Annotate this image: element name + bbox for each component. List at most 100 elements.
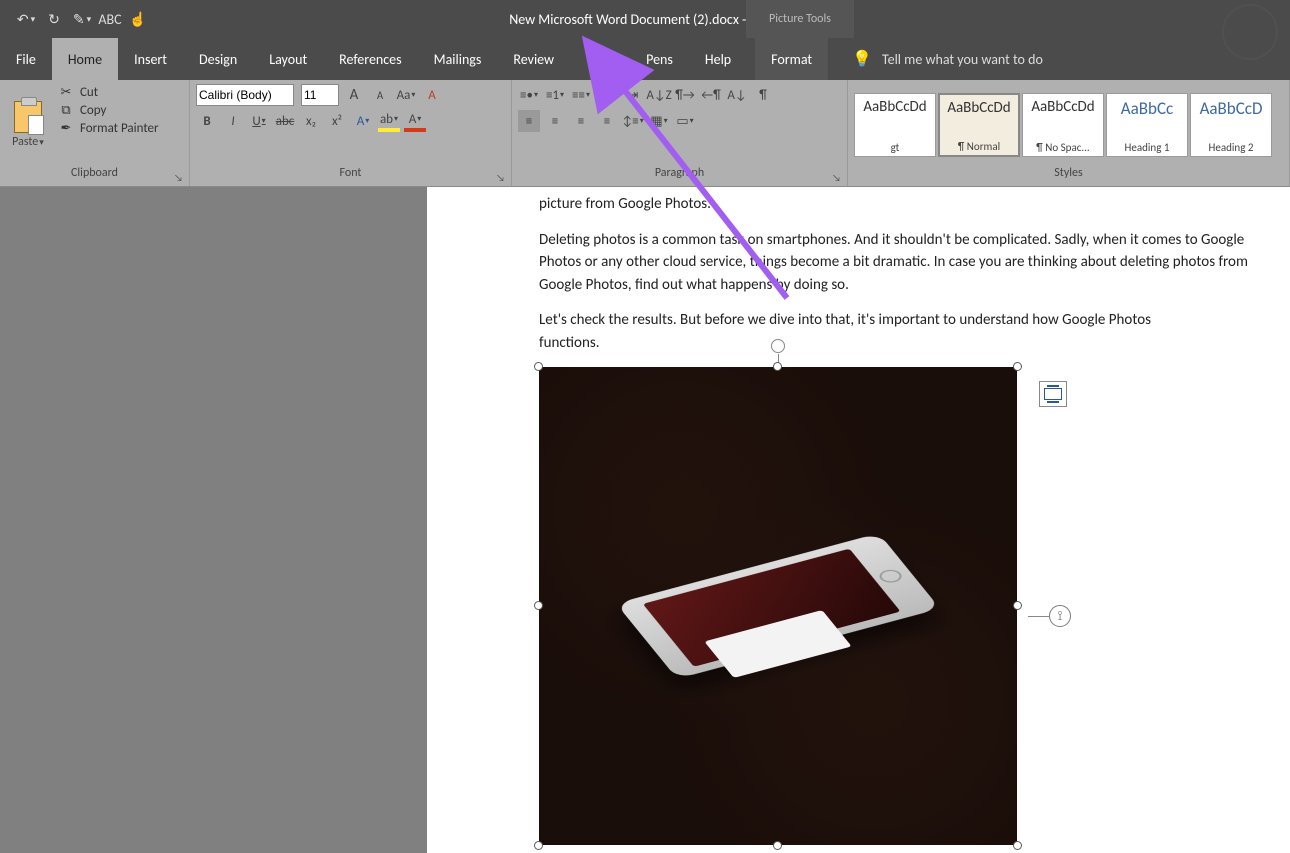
style-item-no-spacing[interactable]: AaBbCcDd¶ No Spac... — [1022, 93, 1104, 157]
font-size-select[interactable]: 11 — [301, 84, 339, 106]
superscript-button[interactable]: x² — [326, 110, 348, 132]
tab-mailings[interactable]: Mailings — [418, 38, 498, 80]
italic-button[interactable]: I — [222, 110, 244, 132]
redo-button[interactable]: ↻ — [42, 7, 66, 31]
ltr-button[interactable]: ¶→ — [674, 84, 696, 106]
left-gutter — [0, 187, 427, 853]
borders-button[interactable]: ▭ — [674, 110, 696, 132]
change-case-button[interactable]: Aa — [395, 84, 417, 106]
layout-options-button[interactable] — [1039, 381, 1067, 407]
font-launcher[interactable]: ↘ — [496, 171, 505, 184]
tab-help[interactable]: Help — [689, 38, 747, 80]
anchor-indicator[interactable]: ⟟ — [1049, 605, 1071, 627]
justify-button[interactable]: ≡ — [596, 110, 618, 132]
tab-design[interactable]: Design — [183, 38, 253, 80]
cut-button[interactable]: ✂Cut — [58, 84, 159, 100]
sort-button[interactable]: A↓Z — [648, 84, 670, 106]
font-color-button[interactable]: A — [404, 110, 426, 132]
resize-handle-nw[interactable] — [534, 362, 543, 371]
title-bar: ↶ ↻ ✎ ABC ☝ New Microsoft Word Document … — [0, 0, 1290, 38]
tab-references[interactable]: References — [323, 38, 417, 80]
resize-handle-se[interactable] — [1013, 841, 1022, 850]
group-font: Calibri (Body) 11 A A Aa A B I U abc x₂ … — [190, 80, 512, 186]
paste-label: Paste — [12, 135, 44, 149]
tab-pens[interactable]: Pens — [630, 38, 689, 80]
line-spacing-button[interactable]: ↕≡ — [622, 110, 644, 132]
align-center-button[interactable]: ≡ — [544, 110, 566, 132]
tab-layout[interactable]: Layout — [253, 38, 323, 80]
underline-button[interactable]: U — [248, 110, 270, 132]
copy-icon: ⧉ — [58, 102, 74, 118]
align-left-button[interactable]: ≡ — [518, 110, 540, 132]
decorative-rose-icon — [1222, 4, 1278, 60]
undo-button[interactable]: ↶ — [14, 7, 38, 31]
text-effects-button[interactable]: A — [352, 110, 374, 132]
style-item-heading1[interactable]: AaBbCcHeading 1 — [1106, 93, 1188, 157]
resize-handle-n[interactable] — [773, 362, 782, 371]
numbering-button[interactable]: ≡1 — [544, 84, 566, 106]
strike-button[interactable]: abc — [274, 110, 296, 132]
document-title: New Microsoft Word Document (2).docx - W… — [509, 11, 781, 28]
picture-tools-contextual-tab: Picture Tools — [746, 0, 854, 38]
format-painter-button[interactable]: ✒Format Painter — [58, 120, 159, 136]
align-right-button[interactable]: ≡ — [570, 110, 592, 132]
copy-button[interactable]: ⧉Copy — [58, 102, 159, 118]
increase-indent-button[interactable]: ⇥ — [622, 84, 644, 106]
style-item-heading2[interactable]: AaBbCcDHeading 2 — [1190, 93, 1272, 157]
resize-handle-ne[interactable] — [1013, 362, 1022, 371]
document-workspace: picture from Google Photos. Deleting pho… — [0, 187, 1290, 853]
tab-file[interactable]: File — [0, 38, 52, 80]
shading-button[interactable]: ▦ — [648, 110, 670, 132]
rtl-button[interactable]: ←¶ — [700, 84, 722, 106]
resize-handle-s[interactable] — [773, 841, 782, 850]
rotate-handle[interactable] — [771, 339, 785, 353]
group-label-clipboard: Clipboard — [71, 166, 118, 180]
paragraph-3: Let's check the results. But before we d… — [447, 309, 1266, 354]
touch-mouse-button[interactable]: ☝ — [126, 7, 150, 31]
tell-me-search[interactable]: 💡 Tell me what you want to do — [852, 38, 1043, 80]
resize-handle-w[interactable] — [534, 601, 543, 610]
spellcheck-button[interactable]: ABC — [98, 7, 122, 31]
tab-insert[interactable]: Insert — [118, 38, 183, 80]
style-item-normal[interactable]: AaBbCcDd¶ Normal — [938, 93, 1020, 157]
selected-picture[interactable]: ⟟ — [539, 367, 1017, 845]
page-canvas[interactable]: picture from Google Photos. Deleting pho… — [427, 187, 1290, 853]
quick-access-toolbar: ↶ ↻ ✎ ABC ☝ — [0, 7, 150, 31]
group-styles: AaBbCcDdgt AaBbCcDd¶ Normal AaBbCcDd¶ No… — [848, 80, 1290, 186]
resize-handle-e[interactable] — [1013, 601, 1022, 610]
group-clipboard: Paste ✂Cut ⧉Copy ✒Format Painter Clipboa… — [0, 80, 190, 186]
styles-gallery: AaBbCcDdgt AaBbCcDd¶ Normal AaBbCcDd¶ No… — [854, 93, 1283, 157]
bullets-button[interactable]: ≡• — [518, 84, 540, 106]
tab-format[interactable]: Format — [755, 38, 828, 80]
scissors-icon: ✂ — [58, 84, 74, 100]
paragraph-1: picture from Google Photos. — [447, 193, 1266, 216]
clipboard-icon — [14, 101, 42, 133]
group-label-styles: Styles — [1054, 166, 1082, 180]
paragraph-launcher[interactable]: ↘ — [832, 171, 841, 184]
tab-review[interactable]: Review — [497, 38, 570, 80]
sort2-button[interactable]: A↓ — [726, 84, 748, 106]
font-name-select[interactable]: Calibri (Body) — [196, 84, 294, 106]
group-paragraph: ≡• ≡1 ≡≡ ⇤ ⇥ A↓Z ¶→ ←¶ A↓ ¶ ≡ ≡ ≡ ≡ ↕≡ ▦… — [512, 80, 848, 186]
bold-button[interactable]: B — [196, 110, 218, 132]
paste-button[interactable]: Paste — [6, 84, 50, 166]
ribbon-tabs: File Home Insert Design Layout Reference… — [0, 38, 1290, 80]
paragraph-2: Deleting photos is a common task on smar… — [447, 229, 1266, 297]
style-item-gt[interactable]: AaBbCcDdgt — [854, 93, 936, 157]
save-mode-button[interactable]: ✎ — [70, 7, 94, 31]
picture-content — [539, 367, 1017, 845]
tell-me-placeholder: Tell me what you want to do — [882, 51, 1043, 68]
shrink-font-button[interactable]: A — [369, 84, 391, 106]
decrease-indent-button[interactable]: ⇤ — [596, 84, 618, 106]
grow-font-button[interactable]: A — [343, 84, 365, 106]
clear-formatting-button[interactable]: A — [421, 84, 443, 106]
show-marks-button[interactable]: ¶ — [752, 84, 774, 106]
tab-home[interactable]: Home — [52, 38, 118, 80]
group-label-font: Font — [340, 166, 362, 180]
subscript-button[interactable]: x₂ — [300, 110, 322, 132]
tab-view[interactable]: View — [570, 38, 630, 80]
highlight-button[interactable]: ab — [378, 110, 400, 132]
multilevel-list-button[interactable]: ≡≡ — [570, 84, 592, 106]
clipboard-launcher[interactable]: ↘ — [174, 171, 183, 184]
resize-handle-sw[interactable] — [534, 841, 543, 850]
